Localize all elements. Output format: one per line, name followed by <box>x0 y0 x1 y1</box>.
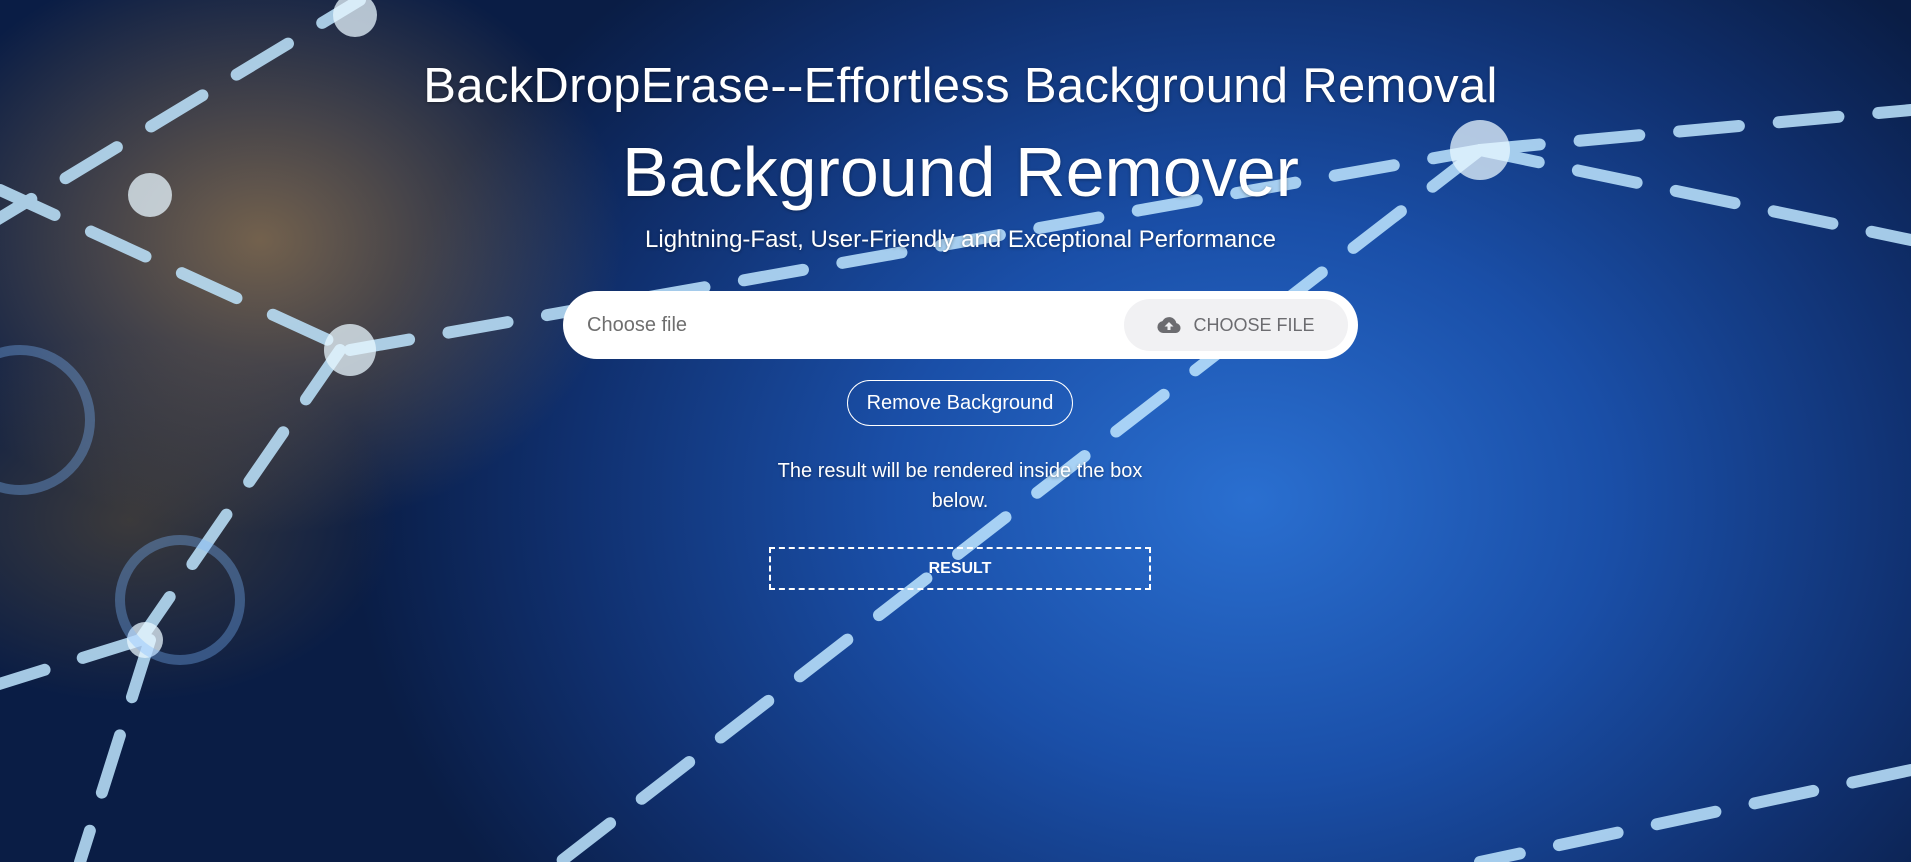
file-input-placeholder: Choose file <box>587 314 688 336</box>
cloud-upload-icon <box>1157 316 1182 334</box>
remove-background-button[interactable]: Remove Background <box>847 380 1073 426</box>
page-title: Background Remover <box>622 133 1299 211</box>
choose-file-button[interactable]: CHOOSE FILE <box>1124 299 1348 351</box>
result-note: The result will be rendered inside the b… <box>777 460 1143 512</box>
file-input-field[interactable]: Choose file CHOOSE FILE <box>563 291 1358 359</box>
result-box-label: RESULT <box>928 559 992 577</box>
brand-title: BackDropErase--Effortless Background Rem… <box>423 59 1498 113</box>
result-box: RESULT <box>769 547 1151 590</box>
page-subtitle: Lightning-Fast, User-Friendly and Except… <box>645 226 1276 253</box>
page-content: BackDropErase--Effortless Background Rem… <box>0 0 1911 862</box>
choose-file-label: CHOOSE FILE <box>1193 314 1315 335</box>
